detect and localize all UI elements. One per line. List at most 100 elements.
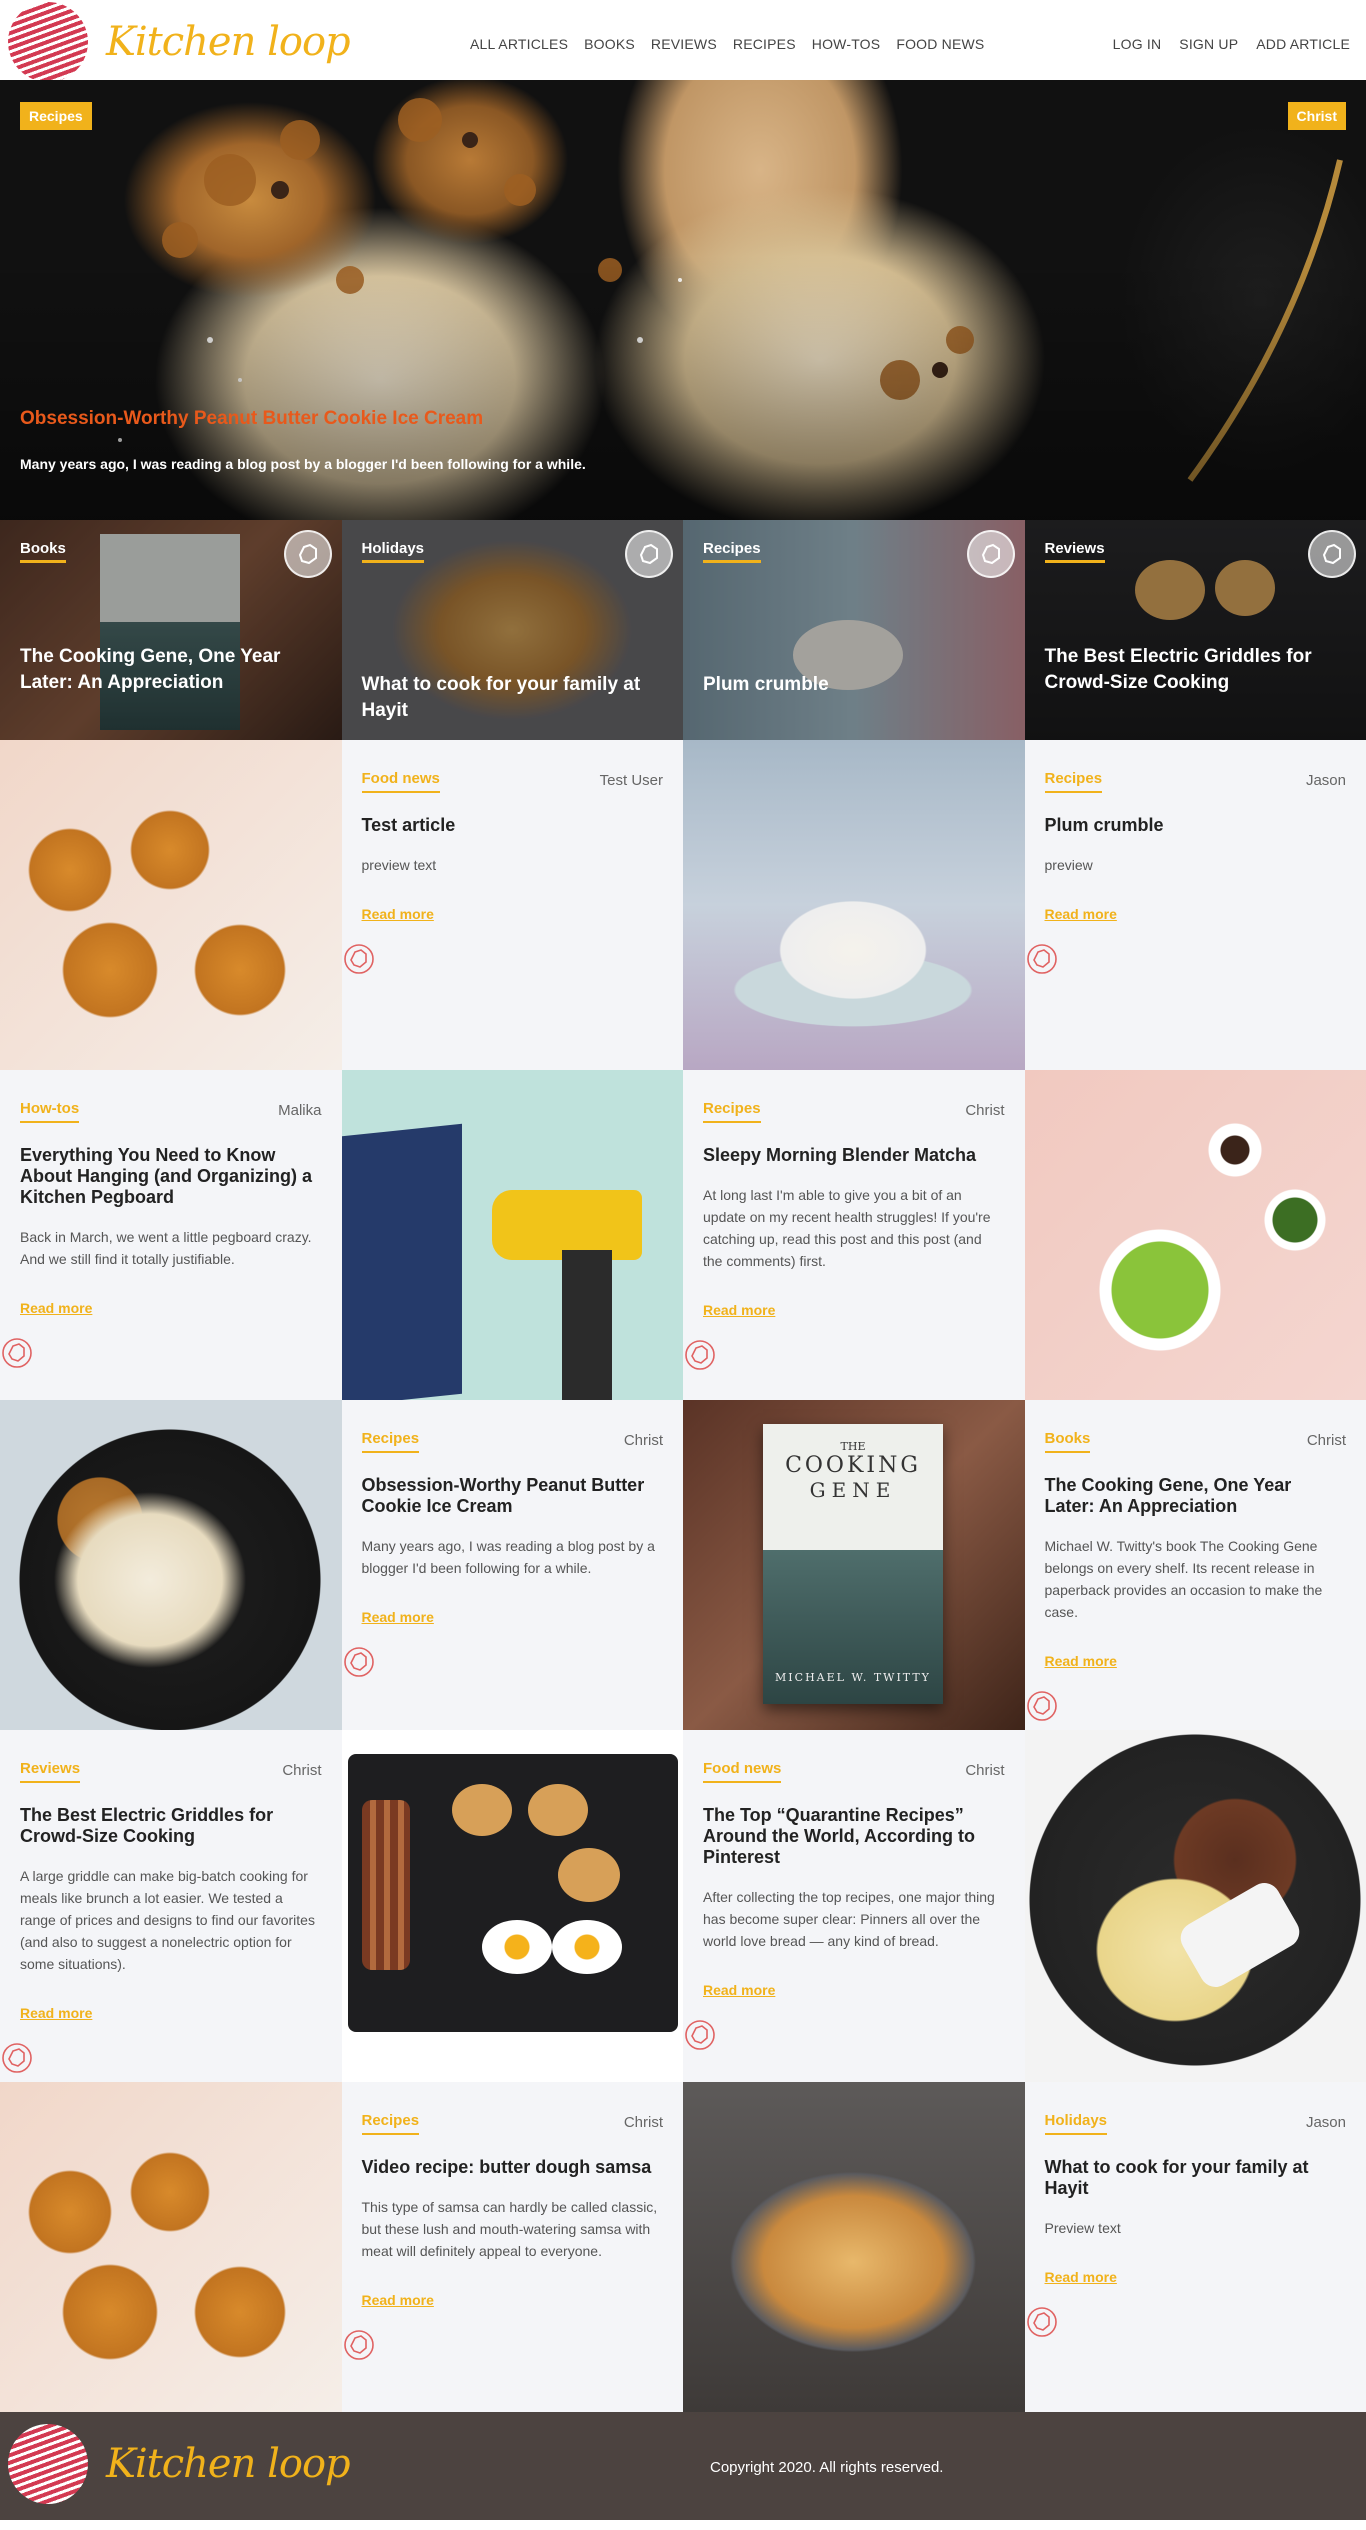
article-title[interactable]: Everything You Need to Know About Hangin… [20, 1145, 322, 1208]
featured-title[interactable]: What to cook for your family at Hayit [362, 672, 676, 724]
nav-recipes[interactable]: RECIPES [733, 36, 796, 52]
article-category[interactable]: Food news [361, 770, 440, 793]
book-cover: THE COOKING GENE MICHAEL W. TWITTY [763, 1424, 943, 1704]
pancake-image [557, 1848, 620, 1902]
article-title[interactable]: Video recipe: butter dough samsa [362, 2157, 664, 2178]
article-card[interactable]: Food news Christ The Top “Quarantine Rec… [683, 1730, 1025, 2082]
article-image-shepherds-pie[interactable] [1024, 1730, 1366, 2082]
top-navigation-bar: Kitchen loop ALL ARTICLES BOOKS REVIEWS … [0, 0, 1366, 82]
article-card[interactable]: Recipes Christ Obsession-Worthy Peanut B… [341, 1400, 683, 1730]
like-icon[interactable] [1025, 942, 1059, 976]
article-category[interactable]: Books [1044, 1430, 1091, 1453]
like-icon[interactable] [683, 1338, 717, 1372]
featured-card-books[interactable]: Books The Cooking Gene, One Year Later: … [0, 520, 342, 740]
read-more-link[interactable]: Read more [362, 2292, 664, 2308]
article-category[interactable]: Recipes [703, 1100, 761, 1123]
featured-card-recipes[interactable]: Recipes Plum crumble [683, 520, 1025, 740]
hero-author-badge[interactable]: Christ [1287, 102, 1346, 130]
article-title[interactable]: What to cook for your family at Hayit [1045, 2157, 1347, 2199]
featured-category[interactable]: Holidays [361, 540, 425, 563]
like-icon[interactable] [1025, 2305, 1059, 2339]
read-more-link[interactable]: Read more [703, 1982, 1005, 1998]
article-title[interactable]: The Best Electric Griddles for Crowd-Siz… [20, 1805, 322, 1847]
article-card[interactable]: Recipes Christ Video recipe: butter doug… [341, 2082, 683, 2412]
featured-category[interactable]: Recipes [703, 540, 761, 563]
read-more-link[interactable]: Read more [20, 1300, 322, 1316]
article-card[interactable]: Recipes Jason Plum crumble preview Read … [1024, 740, 1366, 1070]
article-author: Christ [282, 1762, 322, 1779]
like-icon[interactable] [283, 530, 332, 578]
hero-category-badge[interactable]: Recipes [20, 102, 92, 130]
article-image-book[interactable]: THE COOKING GENE MICHAEL W. TWITTY [683, 1400, 1025, 1730]
article-grid: Food news Test User Test article preview… [0, 740, 1366, 2412]
article-title[interactable]: Obsession-Worthy Peanut Butter Cookie Ic… [362, 1475, 664, 1517]
like-icon[interactable] [342, 942, 376, 976]
hero-banner[interactable]: Recipes Christ Obsession-Worthy Peanut B… [0, 80, 1366, 520]
read-more-link[interactable]: Read more [703, 1302, 1005, 1318]
article-title[interactable]: Plum crumble [1045, 815, 1347, 836]
featured-category[interactable]: Reviews [1044, 540, 1105, 563]
read-more-link[interactable]: Read more [1045, 1653, 1347, 1669]
nav-books[interactable]: BOOKS [584, 36, 635, 52]
article-title[interactable]: The Cooking Gene, One Year Later: An App… [1045, 1475, 1347, 1517]
read-more-link[interactable]: Read more [362, 906, 664, 922]
article-card[interactable]: How-tos Malika Everything You Need to Kn… [0, 1070, 342, 1400]
nav-reviews[interactable]: REVIEWS [651, 36, 717, 52]
featured-title[interactable]: Plum crumble [703, 672, 1017, 698]
like-icon[interactable] [1025, 1689, 1059, 1723]
article-category[interactable]: Recipes [1044, 770, 1103, 793]
featured-title[interactable]: The Cooking Gene, One Year Later: An App… [20, 644, 334, 696]
article-image-crumble-pie[interactable] [683, 2082, 1025, 2412]
like-icon[interactable] [1308, 530, 1356, 578]
article-category[interactable]: Recipes [361, 1430, 420, 1453]
nav-how-tos[interactable]: HOW-TOS [812, 36, 881, 52]
article-category[interactable]: How-tos [20, 1100, 80, 1123]
article-image-samsa[interactable] [0, 740, 342, 1070]
article-image-samsa[interactable] [0, 2082, 342, 2412]
article-card[interactable]: Recipes Christ Sleepy Morning Blender Ma… [683, 1070, 1025, 1400]
article-card[interactable]: Food news Test User Test article preview… [341, 740, 683, 1070]
read-more-link[interactable]: Read more [1045, 2269, 1347, 2285]
like-icon[interactable] [342, 2328, 376, 2362]
featured-card-holidays[interactable]: Holidays What to cook for your family at… [341, 520, 683, 740]
featured-category[interactable]: Books [20, 540, 66, 563]
like-icon[interactable] [0, 1336, 34, 1370]
add-article-link[interactable]: ADD ARTICLE [1256, 36, 1350, 52]
article-image-pegboard[interactable] [341, 1070, 683, 1400]
article-title[interactable]: The Top “Quarantine Recipes” Around the … [703, 1805, 1005, 1868]
article-image-griddle[interactable] [341, 1730, 683, 2082]
logo[interactable]: Kitchen loop [8, 2, 351, 82]
article-title[interactable]: Sleepy Morning Blender Matcha [703, 1145, 1005, 1166]
featured-card-reviews[interactable]: Reviews The Best Electric Griddles for C… [1024, 520, 1366, 740]
featured-title[interactable]: The Best Electric Griddles for Crowd-Siz… [1045, 644, 1359, 696]
bacon-image [361, 1800, 410, 1970]
like-icon[interactable] [966, 530, 1015, 578]
article-card[interactable]: Holidays Jason What to cook for your fam… [1024, 2082, 1366, 2412]
like-icon[interactable] [342, 1645, 376, 1679]
nav-food-news[interactable]: FOOD NEWS [896, 36, 984, 52]
article-image-ice-cream[interactable] [0, 1400, 342, 1730]
article-category[interactable]: Food news [703, 1760, 782, 1783]
article-image-matcha[interactable] [1024, 1070, 1366, 1400]
read-more-link[interactable]: Read more [20, 2005, 322, 2021]
read-more-link[interactable]: Read more [362, 1609, 664, 1625]
article-category[interactable]: Reviews [20, 1760, 81, 1783]
article-card[interactable]: Books Christ The Cooking Gene, One Year … [1024, 1400, 1366, 1730]
login-link[interactable]: LOG IN [1113, 36, 1162, 52]
signup-link[interactable]: SIGN UP [1179, 36, 1238, 52]
article-card[interactable]: Reviews Christ The Best Electric Griddle… [0, 1730, 342, 2082]
nav-all-articles[interactable]: ALL ARTICLES [470, 36, 568, 52]
like-icon[interactable] [625, 530, 673, 578]
egg-image [481, 1920, 552, 1974]
book-cover-line: COOKING [785, 1453, 921, 1478]
article-title[interactable]: Test article [362, 815, 664, 836]
read-more-link[interactable]: Read more [1045, 906, 1347, 922]
article-category[interactable]: Recipes [361, 2112, 420, 2135]
drill-handle-image [561, 1250, 612, 1400]
article-image-crumble[interactable] [683, 740, 1025, 1070]
footer-logo[interactable]: Kitchen loop [8, 2424, 351, 2504]
like-icon[interactable] [683, 2018, 717, 2052]
hero-title[interactable]: Obsession-Worthy Peanut Butter Cookie Ic… [20, 408, 483, 430]
article-category[interactable]: Holidays [1044, 2112, 1108, 2135]
like-icon[interactable] [0, 2041, 34, 2075]
